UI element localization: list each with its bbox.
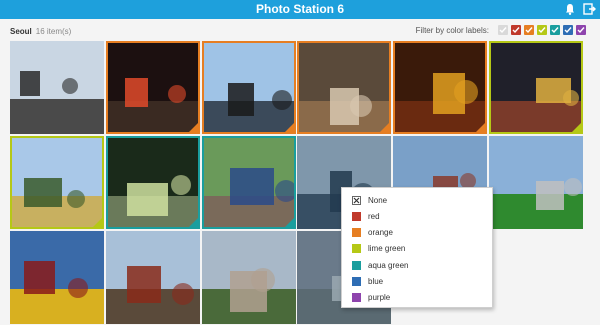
filter-checkbox[interactable] bbox=[550, 25, 560, 35]
menu-item-aqua-green[interactable]: aqua green bbox=[342, 257, 492, 273]
menu-item-label: aqua green bbox=[368, 260, 409, 270]
filter-checkbox[interactable] bbox=[537, 25, 547, 35]
color-label-corner bbox=[572, 123, 581, 132]
menu-item-label: blue bbox=[368, 277, 384, 286]
color-swatch bbox=[352, 293, 361, 303]
color-swatch bbox=[352, 260, 361, 270]
menu-item-label: None bbox=[368, 195, 388, 205]
photo-thumbnail[interactable] bbox=[297, 41, 392, 134]
photo-thumbnail[interactable] bbox=[10, 231, 104, 324]
photo-grid bbox=[10, 41, 584, 324]
color-label-menu: None red orange lime green aqua green blue pur… bbox=[341, 187, 493, 308]
menu-item-label: red bbox=[368, 211, 380, 221]
item-count: 16 item(s) bbox=[35, 27, 72, 36]
menu-item-red[interactable]: red bbox=[342, 208, 492, 224]
filter-checkbox[interactable] bbox=[511, 25, 521, 35]
color-label-corner bbox=[188, 123, 198, 132]
photo-thumbnail[interactable] bbox=[10, 41, 104, 134]
filter-checkbox[interactable] bbox=[524, 25, 534, 35]
filter-checkbox[interactable] bbox=[576, 25, 586, 35]
menu-item-lime-green[interactable]: lime green bbox=[342, 241, 492, 257]
photo-thumbnail[interactable] bbox=[105, 41, 200, 134]
color-swatch bbox=[352, 244, 361, 254]
menu-item-label: lime green bbox=[368, 244, 406, 254]
menu-item-purple[interactable]: purple bbox=[342, 290, 492, 306]
photo-thumbnail[interactable] bbox=[393, 41, 488, 134]
photo-thumbnail[interactable] bbox=[105, 136, 200, 229]
color-swatch bbox=[352, 228, 361, 238]
photo-thumbnail[interactable] bbox=[489, 136, 583, 229]
album-content: Seoul 16 item(s) Filter by color labels: … bbox=[0, 19, 600, 325]
app-title: Photo Station 6 bbox=[256, 2, 344, 16]
color-label-corner bbox=[188, 218, 198, 227]
filter-label: Filter by color labels: bbox=[415, 25, 489, 35]
menu-item-None[interactable]: None bbox=[342, 192, 492, 208]
menu-item-label: orange bbox=[368, 228, 393, 238]
menu-item-blue[interactable]: blue bbox=[342, 274, 492, 290]
photo-thumbnail[interactable] bbox=[201, 231, 296, 324]
photo-thumbnail[interactable] bbox=[489, 41, 583, 134]
color-label-corner bbox=[284, 123, 294, 132]
photo-thumbnail[interactable] bbox=[201, 136, 296, 229]
filter-checkboxes bbox=[495, 25, 586, 35]
x-icon bbox=[352, 195, 361, 205]
top-bar: Photo Station 6 bbox=[0, 0, 600, 19]
menu-item-orange[interactable]: orange bbox=[342, 225, 492, 241]
color-swatch bbox=[352, 277, 361, 286]
menu-item-label: purple bbox=[368, 293, 391, 303]
color-label-corner bbox=[380, 123, 390, 132]
color-label-corner bbox=[93, 218, 102, 227]
photo-thumbnail[interactable] bbox=[201, 41, 296, 134]
photo-thumbnail[interactable] bbox=[105, 231, 200, 324]
album-header: Seoul 16 item(s) bbox=[10, 27, 71, 36]
color-swatch bbox=[352, 211, 361, 221]
color-label-corner bbox=[476, 123, 486, 132]
logout-icon[interactable] bbox=[582, 2, 596, 16]
color-label-corner bbox=[284, 218, 294, 227]
bell-icon[interactable] bbox=[563, 2, 577, 16]
photo-thumbnail[interactable] bbox=[10, 136, 104, 229]
color-filter: Filter by color labels: bbox=[416, 25, 586, 35]
album-name: Seoul bbox=[10, 27, 32, 36]
filter-checkbox[interactable] bbox=[563, 25, 573, 35]
filter-checkbox[interactable] bbox=[498, 25, 508, 35]
